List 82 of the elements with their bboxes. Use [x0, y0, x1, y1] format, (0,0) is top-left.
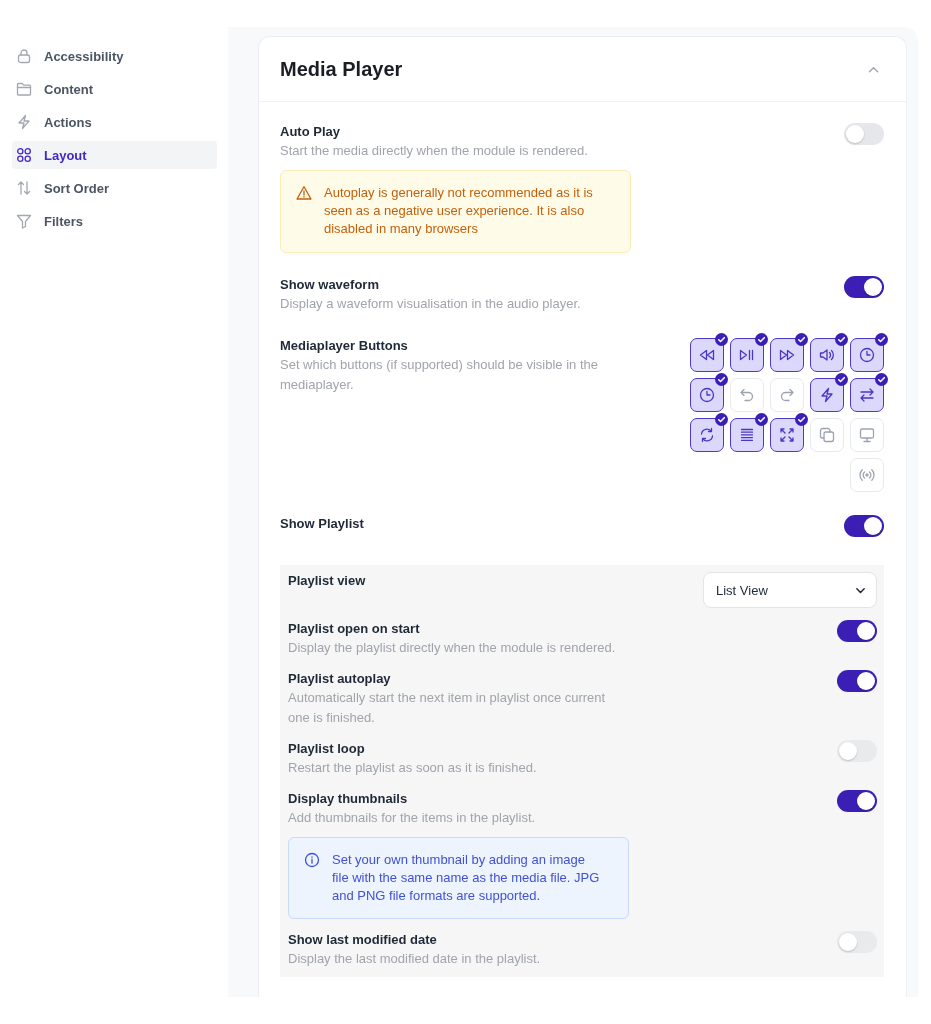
toggle-switch[interactable]	[837, 620, 877, 642]
info-icon	[304, 852, 320, 868]
player-button-option[interactable]	[810, 338, 844, 372]
lock-icon	[16, 48, 32, 64]
player-button-option[interactable]	[690, 338, 724, 372]
copy-icon	[819, 427, 835, 443]
warning-icon	[296, 185, 312, 201]
sidebar-item[interactable]: Layout	[12, 141, 217, 169]
playlist-view-dropdown[interactable]: List View	[703, 572, 877, 608]
toggle-switch[interactable]	[837, 931, 877, 953]
sidebar-item[interactable]: Accessibility	[12, 42, 217, 70]
toggle-switch[interactable]	[844, 276, 884, 298]
check-icon	[715, 373, 728, 386]
lightning-icon	[16, 114, 32, 130]
setting-title: Playlist view	[288, 572, 366, 590]
toggle-switch[interactable]	[844, 123, 884, 145]
check-icon	[835, 373, 848, 386]
grid-icon	[16, 147, 32, 163]
fast-forward-icon	[779, 347, 795, 363]
setting-description: Display the playlist directly when the module is rendered.	[288, 639, 616, 657]
setting-title: Show Playlist	[280, 515, 364, 533]
setting-title: Display thumbnails	[288, 790, 408, 808]
check-icon	[875, 333, 888, 346]
toggle-switch[interactable]	[837, 790, 877, 812]
toggle-switch[interactable]	[837, 670, 877, 692]
setting-title: Show last modified date	[288, 931, 437, 949]
lines-icon	[739, 427, 755, 443]
redo-arrow-icon	[779, 387, 795, 403]
lightning-icon	[819, 387, 835, 403]
swap-arrows-icon	[859, 387, 875, 403]
setting-title: Playlist autoplay	[288, 670, 391, 688]
setting-title: Auto Play	[280, 123, 340, 141]
setting-title: Playlist loop	[288, 740, 365, 758]
undo-arrow-icon	[739, 387, 755, 403]
check-icon	[755, 333, 768, 346]
setting-description: Restart the playlist as soon as it is finished.	[288, 759, 537, 777]
player-button-option[interactable]	[810, 378, 844, 412]
player-button-option[interactable]	[850, 338, 884, 372]
sidebar-item[interactable]: Sort Order	[12, 174, 217, 202]
sidebar-item[interactable]: Actions	[12, 108, 217, 136]
setting-title: Mediaplayer Buttons	[280, 337, 408, 355]
setting-description: Add thumbnails for the items in the playlist.	[288, 809, 536, 827]
play-pause-icon	[739, 347, 755, 363]
setting-title: Show waveform	[280, 276, 379, 294]
player-button-option[interactable]	[690, 418, 724, 452]
setting-description: Start the media directly when the module is rendered.	[280, 142, 588, 160]
filter-icon	[16, 213, 32, 229]
check-icon	[755, 413, 768, 426]
monitor-icon	[859, 427, 875, 443]
player-button-option[interactable]	[690, 378, 724, 412]
setting-description: Automatically start the next item in playlist once current one is finished.	[288, 689, 607, 727]
setting-description: Display a waveform visualisation in the audio player.	[280, 295, 581, 313]
warning-text: Autoplay is generally not recommended as it is seen as a negative user experience. It is also disabled in many browsers	[324, 184, 594, 238]
check-icon	[795, 333, 808, 346]
check-icon	[795, 413, 808, 426]
player-button-option[interactable]	[850, 378, 884, 412]
info-text: Set your own thumbnail by adding an image file with the same name as the media file. JPG and PNG file formats are supported.	[332, 851, 601, 905]
setting-title: Playlist open on start	[288, 620, 420, 638]
sidebar-item[interactable]: Filters	[12, 207, 217, 235]
player-button-option[interactable]	[770, 418, 804, 452]
clock-icon	[859, 347, 875, 363]
rewind-icon	[699, 347, 715, 363]
setting-description: Display the last modified date in the playlist.	[288, 950, 541, 968]
panel-title: Media Player	[280, 57, 403, 81]
broadcast-icon	[859, 467, 875, 483]
folder-icon	[16, 81, 32, 97]
player-button-option[interactable]	[770, 338, 804, 372]
sidebar-item[interactable]: Content	[12, 75, 217, 103]
clock-icon	[699, 387, 715, 403]
toggle-switch[interactable]	[844, 515, 884, 537]
check-icon	[835, 333, 848, 346]
check-icon	[715, 413, 728, 426]
toggle-switch[interactable]	[837, 740, 877, 762]
player-button-option[interactable]	[730, 418, 764, 452]
setting-description: Set which buttons (if supported) should be visible in the mediaplayer.	[280, 356, 599, 394]
expand-icon	[779, 427, 795, 443]
check-icon	[715, 333, 728, 346]
player-button-option[interactable]	[730, 338, 764, 372]
speaker-icon	[819, 347, 835, 363]
check-icon	[875, 373, 888, 386]
refresh-icon	[699, 427, 715, 443]
sort-arrows-icon	[16, 180, 32, 196]
